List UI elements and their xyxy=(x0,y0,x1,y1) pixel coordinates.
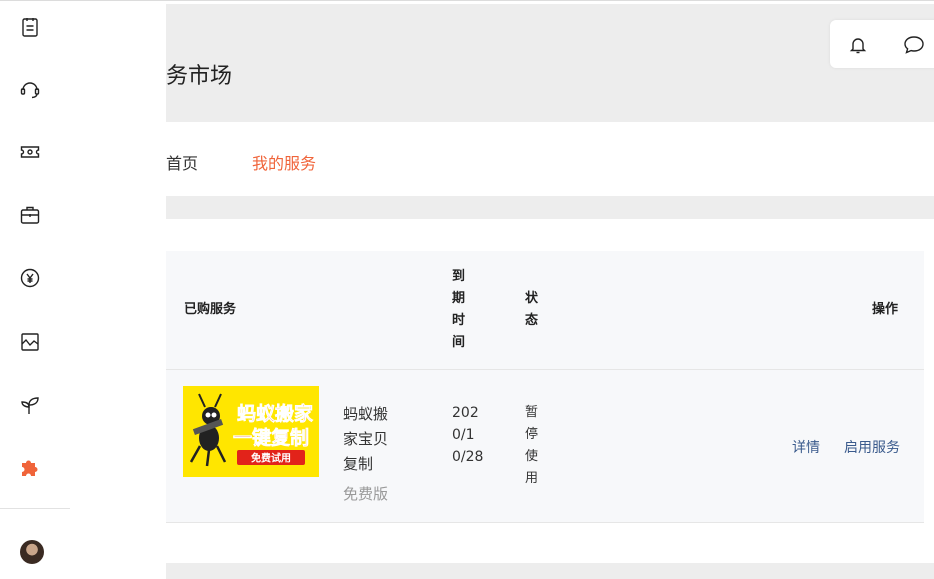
app-root: 务市场 首页 我的服务 已购服务 到期时间 状态 操作 蚂蚁搬家 一键复制 免费… xyxy=(0,0,934,579)
briefcase-icon[interactable] xyxy=(19,204,41,226)
section-gap-bottom xyxy=(166,563,934,579)
sprout-icon[interactable] xyxy=(19,394,41,416)
sidebar-divider xyxy=(0,508,70,509)
image-chart-icon[interactable] xyxy=(19,331,41,353)
user-avatar[interactable] xyxy=(20,540,44,564)
sidebar xyxy=(0,4,166,579)
thumb-text-line1: 蚂蚁搬家 xyxy=(237,402,314,425)
tab-my-services[interactable]: 我的服务 xyxy=(252,150,316,174)
table-header-divider xyxy=(166,369,924,370)
column-header-action: 操作 xyxy=(872,302,899,317)
status-value: 暂停使用 xyxy=(525,405,539,486)
chat-icon[interactable] xyxy=(903,35,925,55)
ant-logo: 蚂蚁搬家 一键复制 免费试用 xyxy=(183,386,319,477)
page-header xyxy=(166,4,934,122)
detail-link[interactable]: 详情 xyxy=(792,437,820,457)
thumb-badge: 免费试用 xyxy=(251,452,291,465)
puzzle-icon[interactable] xyxy=(19,456,41,478)
headset-icon[interactable] xyxy=(19,78,41,100)
section-gap xyxy=(166,196,934,219)
thumb-text-line2: 一键复制 xyxy=(233,426,309,449)
bell-icon[interactable] xyxy=(848,35,868,55)
yen-coin-icon[interactable] xyxy=(19,267,41,289)
product-name[interactable]: 蚂蚁搬家宝贝复制 xyxy=(343,402,397,477)
tab-home[interactable]: 首页 xyxy=(166,150,198,174)
ticket-icon[interactable] xyxy=(19,141,41,163)
tab-bar: 首页 我的服务 xyxy=(166,122,934,196)
table-bottom-divider xyxy=(166,522,924,523)
column-header-service: 已购服务 xyxy=(184,302,237,317)
expire-date: 2020/10/28 xyxy=(452,405,484,465)
enable-service-link[interactable]: 启用服务 xyxy=(844,437,900,457)
top-border xyxy=(0,0,934,4)
clipboard-icon[interactable] xyxy=(19,16,41,38)
product-version: 免费版 xyxy=(343,485,389,503)
page-title: 务市场 xyxy=(166,64,233,89)
product-thumbnail: 蚂蚁搬家 一键复制 免费试用 xyxy=(183,386,319,477)
column-header-status: 状态 xyxy=(525,291,539,328)
column-header-expire: 到期时间 xyxy=(452,269,466,350)
